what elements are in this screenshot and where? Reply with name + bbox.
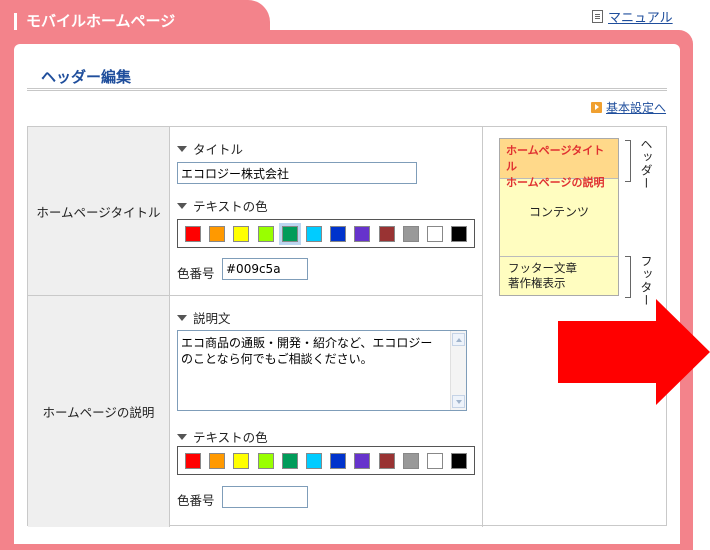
triangle-down-icon: [177, 202, 187, 209]
color-swatch[interactable]: [451, 226, 468, 242]
textarea-scrollbar[interactable]: [450, 331, 466, 410]
title-color-label: テキストの色: [177, 196, 268, 215]
color-swatch[interactable]: [233, 226, 250, 242]
title-input[interactable]: [177, 162, 417, 184]
title-color-label-text: テキストの色: [193, 199, 268, 214]
color-swatch[interactable]: [378, 226, 395, 242]
color-swatch[interactable]: [427, 226, 443, 242]
color-swatch[interactable]: [233, 453, 250, 469]
color-swatch[interactable]: [185, 453, 201, 469]
color-swatch[interactable]: [209, 453, 226, 469]
preview-header-description: ホームページの説明: [506, 176, 605, 189]
manual-link-group[interactable]: マニュアル: [592, 7, 673, 26]
section-divider: [27, 88, 667, 91]
triangle-down-icon: [177, 145, 187, 152]
description-textarea[interactable]: エコ商品の通販・開発・紹介など、エコロジーのことなら何でもご相談ください。: [177, 330, 467, 411]
title-tab: モバイルホームページ: [0, 0, 270, 44]
document-icon: [592, 10, 603, 23]
manual-link[interactable]: マニュアル: [608, 7, 673, 26]
preview-footer-text: フッター文章: [508, 261, 577, 275]
color-swatch[interactable]: [257, 226, 274, 242]
description-color-label: テキストの色: [177, 427, 268, 446]
preview-content: コンテンツ: [528, 205, 589, 219]
description-color-palette: [177, 446, 475, 475]
preview-page: ホームページタイトル ホームページの説明 コンテンツ フッター文章 著作権表示: [499, 138, 619, 296]
arrow-right-icon: [591, 102, 602, 113]
header-bracket: [625, 140, 631, 182]
color-swatch[interactable]: [306, 226, 322, 242]
title-color-code-input[interactable]: [222, 258, 308, 280]
color-swatch[interactable]: [209, 226, 226, 242]
description-form-cell: 説明文 エコ商品の通販・開発・紹介など、エコロジーのことなら何でもご相談ください…: [170, 296, 483, 527]
description-field-label-text: 説明文: [193, 311, 231, 326]
scroll-up-icon[interactable]: [452, 333, 465, 346]
title-color-palette: [177, 219, 475, 248]
color-swatch[interactable]: [402, 453, 419, 469]
color-swatch[interactable]: [354, 226, 371, 242]
title-field-label: タイトル: [177, 139, 243, 158]
scroll-down-icon[interactable]: [452, 395, 465, 408]
color-swatch[interactable]: [427, 453, 443, 469]
preview-header-title: ホームページタイトル: [506, 144, 605, 173]
color-swatch[interactable]: [378, 453, 395, 469]
title-field-label-text: タイトル: [193, 142, 244, 157]
footer-bracket: [625, 256, 631, 298]
color-swatch[interactable]: [281, 226, 298, 242]
basic-settings-link[interactable]: 基本設定へ: [606, 99, 666, 116]
title-code-label: 色番号: [177, 266, 215, 281]
preview-footer: フッター文章 著作権表示: [500, 256, 618, 296]
preview-copyright: 著作権表示: [508, 276, 566, 290]
color-swatch[interactable]: [185, 226, 201, 242]
color-swatch[interactable]: [330, 453, 347, 469]
section-title: ヘッダー編集: [41, 68, 132, 86]
basic-settings-link-group[interactable]: 基本設定へ: [591, 99, 666, 116]
color-swatch[interactable]: [330, 226, 347, 242]
description-color-code-input[interactable]: [222, 486, 308, 508]
color-swatch[interactable]: [306, 453, 322, 469]
red-arrow-graphic: [558, 299, 710, 405]
app-title: モバイルホームページ: [26, 12, 176, 30]
description-text: エコ商品の通販・開発・紹介など、エコロジーのことなら何でもご相談ください。: [181, 336, 433, 366]
color-swatch[interactable]: [354, 453, 371, 469]
row-label-title: ホームページタイトル: [28, 127, 170, 296]
color-swatch[interactable]: [402, 226, 419, 242]
color-swatch[interactable]: [257, 453, 274, 469]
color-swatch[interactable]: [281, 453, 298, 469]
preview-header: ホームページタイトル ホームページの説明: [500, 139, 618, 189]
title-form-cell: タイトル テキストの色 色番号: [170, 127, 483, 296]
description-field-label: 説明文: [177, 308, 231, 327]
title-bar-mark: [14, 13, 17, 30]
description-code-label: 色番号: [177, 493, 215, 508]
row-label-description: ホームページの説明: [28, 296, 170, 527]
description-color-label-text: テキストの色: [193, 430, 268, 445]
triangle-down-icon: [177, 314, 187, 321]
color-swatch[interactable]: [451, 453, 468, 469]
triangle-down-icon: [177, 433, 187, 440]
header-tag: ヘッダー: [639, 138, 653, 190]
